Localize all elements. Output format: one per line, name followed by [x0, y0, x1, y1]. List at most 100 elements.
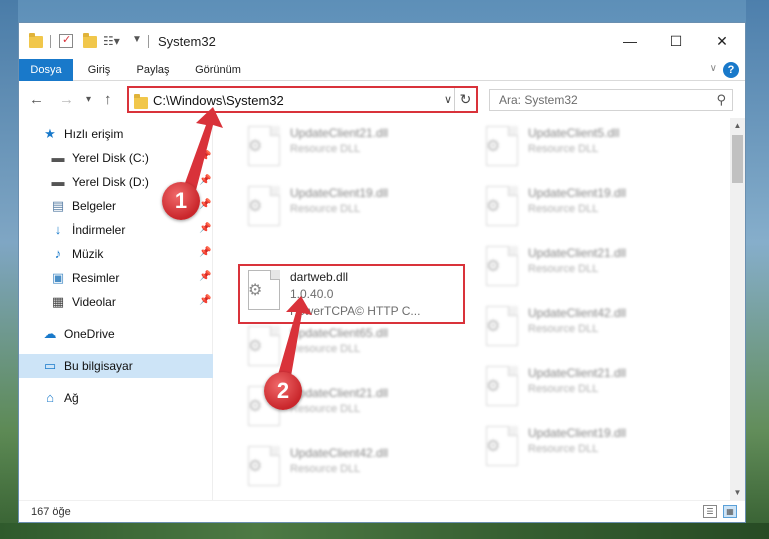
sidebar-item-pictures[interactable]: ▣ Resimler 📌 — [19, 266, 213, 290]
file-description: Resource DLL — [528, 323, 599, 335]
file-description: Resource DLL — [528, 443, 599, 455]
sidebar-item-label: Videolar — [72, 295, 116, 309]
title-bar: ✓ ☷▾ ▼ System32 — ☐ ✕ — [19, 23, 745, 59]
address-bar[interactable]: C:\Windows\System32 ∨ ↻ — [127, 86, 478, 113]
file-item[interactable]: ⚙ UpdateClient42.dll Resource DLL — [478, 302, 703, 358]
file-item[interactable]: ⚙ UpdateClient65.dll Resource DLL — [240, 322, 465, 378]
file-name: UpdateClient19.dll — [528, 426, 627, 440]
pictures-icon: ▣ — [51, 270, 65, 285]
recent-locations-button[interactable]: ▾ — [86, 94, 91, 105]
file-name: UpdateClient21.dll — [528, 246, 627, 260]
file-name: UpdateClient42.dll — [528, 306, 627, 320]
file-name: UpdateClient42.dll — [290, 446, 389, 460]
file-item[interactable]: ⚙ UpdateClient19.dll Resource DLL — [240, 182, 465, 238]
folder-icon — [134, 94, 148, 109]
expand-ribbon-icon[interactable]: ∨ — [710, 63, 717, 74]
gear-icon: ⚙ — [486, 198, 501, 215]
gear-icon: ⚙ — [486, 378, 501, 395]
sidebar-item-music[interactable]: ♪ Müzik 📌 — [19, 242, 213, 266]
pin-icon: 📌 — [199, 175, 212, 186]
chevron-down-icon[interactable]: ∨ — [444, 93, 452, 106]
sidebar-item-label: Hızlı erişim — [64, 127, 124, 141]
vertical-scrollbar[interactable]: ▲ ▼ — [730, 118, 745, 500]
gear-icon: ⚙ — [486, 438, 501, 455]
tab-home[interactable]: Giriş — [77, 59, 121, 81]
search-input[interactable]: Ara: System32 ⚲ — [489, 89, 733, 111]
minimize-button[interactable]: — — [607, 23, 653, 59]
sidebar-item-onedrive[interactable]: ☁ OneDrive — [19, 322, 213, 346]
close-button[interactable]: ✕ — [699, 23, 745, 59]
sidebar-item-this-pc[interactable]: ▭ Bu bilgisayar — [19, 354, 213, 378]
item-count: 167 öğe — [31, 506, 71, 518]
customize-toolbar-icon[interactable]: ☷▾ — [103, 34, 120, 50]
search-icon[interactable]: ⚲ — [716, 92, 726, 108]
tab-view[interactable]: Görünüm — [187, 59, 249, 81]
download-icon: ↓ — [54, 222, 62, 237]
file-description: Resource DLL — [290, 403, 361, 415]
file-description: Resource DLL — [290, 143, 361, 155]
sidebar-item-label: Bu bilgisayar — [64, 359, 133, 373]
file-description: Resource DLL — [528, 203, 599, 215]
desktop-background-right — [746, 0, 769, 539]
file-item[interactable]: ⚙ UpdateClient42.dll Resource DLL — [240, 442, 465, 498]
forward-button[interactable]: → — [59, 91, 74, 108]
music-icon: ♪ — [54, 246, 62, 261]
computer-icon: ▭ — [43, 358, 57, 373]
file-item[interactable]: ⚙ UpdateClient21.dll Resource DLL — [478, 362, 703, 418]
file-description: Resource DLL — [528, 263, 599, 275]
pin-icon: 📌 — [199, 271, 212, 282]
sidebar-item-label: Yerel Disk (C:) — [72, 151, 149, 165]
sidebar-item-local-disk-c[interactable]: ▬ Yerel Disk (C:) 📌 — [19, 146, 213, 170]
tiles-view-icon[interactable]: ▦ — [723, 505, 737, 518]
properties-icon[interactable]: ✓ — [59, 34, 73, 48]
gear-icon: ⚙ — [486, 318, 501, 335]
help-icon[interactable]: ? — [723, 62, 739, 78]
back-button[interactable]: ← — [29, 91, 44, 108]
scroll-thumb[interactable] — [732, 135, 743, 183]
sidebar-item-label: Müzik — [72, 247, 104, 261]
sidebar-item-downloads[interactable]: ↓ İndirmeler 📌 — [19, 218, 213, 242]
file-item[interactable]: ⚙ UpdateClient21.dll Resource DLL — [478, 242, 703, 298]
search-placeholder: Ara: System32 — [499, 93, 578, 107]
scroll-up-icon[interactable]: ▲ — [730, 118, 745, 133]
refresh-button[interactable]: ↻ — [454, 88, 476, 111]
file-description: Resource DLL — [290, 463, 361, 475]
title-separator — [148, 35, 149, 48]
maximize-button[interactable]: ☐ — [653, 23, 699, 59]
up-button[interactable]: ↑ — [104, 91, 112, 108]
scroll-down-icon[interactable]: ▼ — [730, 485, 745, 500]
highlight-annotation — [238, 264, 465, 324]
address-path[interactable]: C:\Windows\System32 — [153, 93, 284, 108]
sidebar-item-label: Resimler — [72, 271, 120, 285]
file-item[interactable]: ⚙ UpdateClient21.dll Resource DLL — [240, 122, 465, 178]
tab-share[interactable]: Paylaş — [127, 59, 179, 81]
status-bar: 167 öğe ☰ ▦ — [19, 500, 745, 522]
file-item[interactable]: ⚙ UpdateClient5.dll Resource DLL — [478, 122, 703, 178]
gear-icon: ⚙ — [486, 258, 501, 275]
videos-icon: ▦ — [51, 294, 65, 309]
pin-icon: 📌 — [199, 223, 212, 234]
details-view-icon[interactable]: ☰ — [703, 505, 717, 518]
file-name: UpdateClient19.dll — [528, 186, 627, 200]
sidebar-item-label: Belgeler — [72, 199, 117, 213]
file-item[interactable]: ⚙ UpdateClient19.dll Resource DLL — [478, 182, 703, 238]
file-name: UpdateClient21.dll — [290, 126, 389, 140]
title-separator — [50, 35, 51, 48]
ribbon-tabs: Dosya Giriş Paylaş Görünüm ∨ ? — [19, 59, 745, 81]
sidebar-item-label: Yerel Disk (D:) — [72, 175, 149, 189]
sidebar-item-videos[interactable]: ▦ Videolar 📌 — [19, 290, 213, 314]
sidebar-item-network[interactable]: ⌂ Ağ — [19, 386, 213, 410]
file-name: UpdateClient21.dll — [528, 366, 627, 380]
desktop-background-bottom — [0, 523, 769, 539]
chevron-down-icon[interactable]: ▼ — [132, 34, 142, 50]
file-name: UpdateClient19.dll — [290, 186, 389, 200]
network-icon: ⌂ — [46, 390, 54, 405]
tab-file[interactable]: Dosya — [19, 59, 73, 81]
navigation-pane: ★ Hızlı erişim ▬ Yerel Disk (C:) 📌 ▬ Yer… — [19, 118, 213, 500]
file-name: UpdateClient65.dll — [290, 326, 389, 340]
star-icon: ★ — [44, 126, 56, 141]
sidebar-item-quick-access[interactable]: ★ Hızlı erişim — [19, 122, 213, 146]
file-item[interactable]: ⚙ UpdateClient19.dll Resource DLL — [478, 422, 703, 478]
gear-icon: ⚙ — [248, 458, 263, 475]
drive-icon: ▬ — [51, 174, 65, 189]
